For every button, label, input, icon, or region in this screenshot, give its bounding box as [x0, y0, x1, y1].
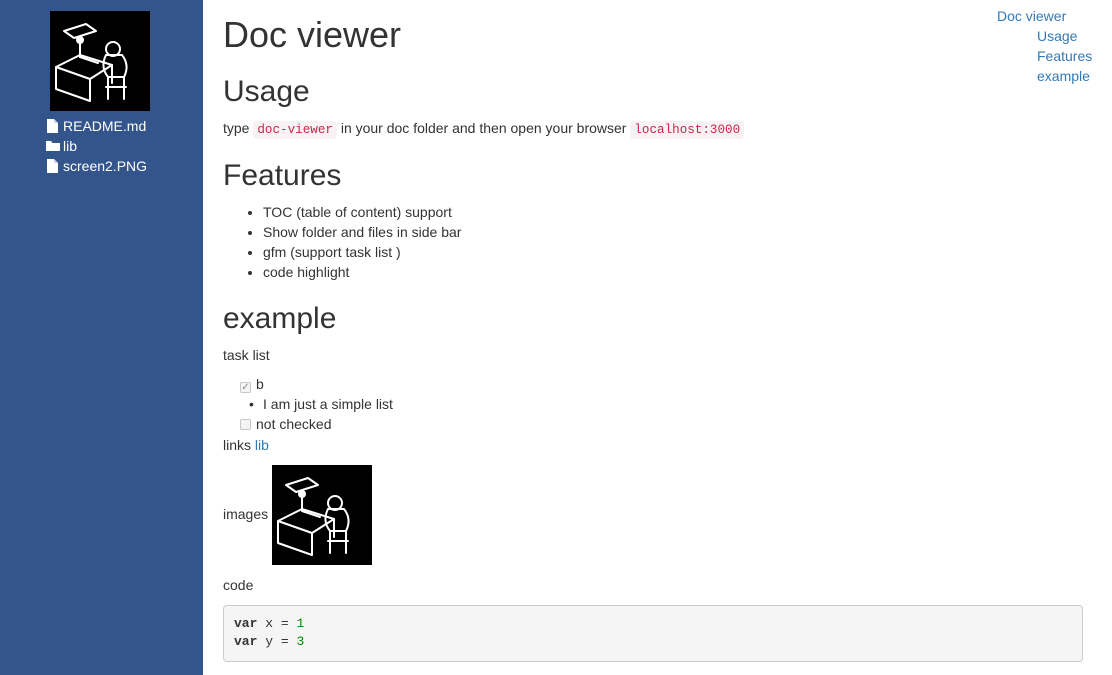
- links-label: links: [223, 437, 252, 453]
- list-item: gfm (support task list ): [263, 242, 461, 262]
- sidebar: README.md lib screen2.PNG: [0, 0, 203, 675]
- heading-features: Features: [223, 159, 342, 192]
- file-tree: README.md lib screen2.PNG: [46, 116, 147, 176]
- task-label: not checked: [256, 416, 332, 432]
- simple-list-item: I am just a simple list: [249, 394, 393, 414]
- heading-usage: Usage: [223, 75, 310, 108]
- task-item-checked: ✓ b: [239, 374, 332, 394]
- page-title: Doc viewer: [223, 14, 402, 55]
- folder-icon: [46, 138, 60, 152]
- usage-text: type: [223, 120, 250, 136]
- folder-label: lib: [63, 138, 78, 154]
- file-label: README.md: [63, 118, 147, 134]
- features-list: TOC (table of content) support Show fold…: [263, 202, 461, 282]
- task-label: b: [256, 376, 264, 392]
- images-label: images: [223, 506, 269, 522]
- table-of-contents: Doc viewer Usage Features example: [997, 6, 1092, 86]
- list-item: TOC (table of content) support: [263, 202, 461, 222]
- links-paragraph: links lib: [223, 435, 269, 455]
- file-label: screen2.PNG: [63, 158, 148, 174]
- code-line: var x = 1: [234, 616, 305, 631]
- logo-image: [50, 11, 150, 111]
- checkbox-unchecked[interactable]: [240, 419, 251, 430]
- example-image: [272, 465, 372, 565]
- task-list: ✓b I am just a simple list not checked: [239, 374, 393, 434]
- code-block: var x = 1 var y = 3: [223, 605, 1083, 662]
- file-item-readme[interactable]: README.md: [46, 116, 147, 136]
- file-item-screen2[interactable]: screen2.PNG: [46, 156, 147, 176]
- list-item: code highlight: [263, 262, 461, 282]
- toc-link-usage[interactable]: Usage: [1037, 28, 1077, 44]
- checkbox-checked[interactable]: ✓: [240, 382, 251, 393]
- link-lib[interactable]: lib: [255, 437, 269, 453]
- code-label: code: [223, 577, 254, 593]
- toc-link-features[interactable]: Features: [1037, 48, 1092, 64]
- inline-code-url: localhost:3000: [630, 121, 745, 139]
- file-icon: [46, 158, 59, 173]
- list-item: Show folder and files in side bar: [263, 222, 461, 242]
- heading-example: example: [223, 302, 337, 335]
- usage-text: in your doc folder and then open your br…: [340, 120, 627, 136]
- list-item: I am just a simple list: [239, 394, 393, 414]
- file-icon: [46, 118, 59, 133]
- inline-code-command: doc-viewer: [253, 121, 337, 139]
- code-line: var y = 3: [234, 634, 305, 649]
- task-item-unchecked: not checked: [239, 414, 332, 434]
- usage-paragraph: type doc-viewer in your doc folder and t…: [223, 118, 745, 140]
- toc-link-example[interactable]: example: [1037, 68, 1090, 84]
- toc-link-doc-viewer[interactable]: Doc viewer: [997, 8, 1066, 24]
- task-list-label: task list: [223, 347, 270, 363]
- folder-item-lib[interactable]: lib: [46, 136, 147, 156]
